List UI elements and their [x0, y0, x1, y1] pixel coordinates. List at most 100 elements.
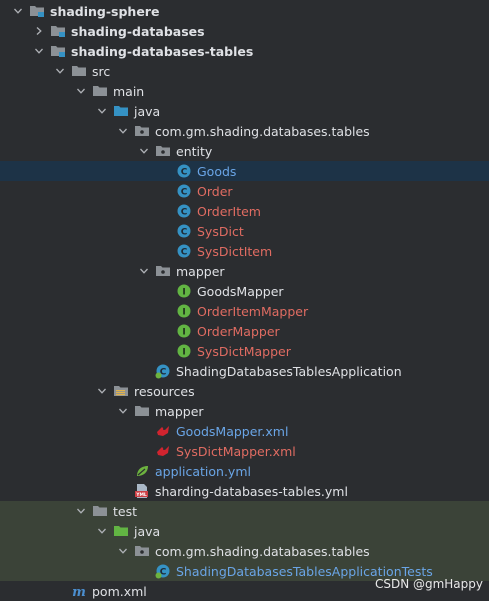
chevron-down-icon[interactable] [116, 401, 130, 421]
tree-row[interactable]: shading-databases [0, 21, 489, 41]
chevron-down-icon[interactable] [74, 501, 88, 521]
tree-item-label: SysDictMapper [197, 343, 291, 359]
svg-text:I: I [182, 287, 185, 297]
tree-row[interactable]: I OrderMapper [0, 321, 489, 341]
tree-row[interactable]: C ShadingDatabasesTablesApplication [0, 361, 489, 381]
tree-row[interactable]: C SysDictItem [0, 241, 489, 261]
package-icon [155, 263, 171, 279]
tree-row[interactable]: com.gm.shading.databases.tables [0, 541, 489, 561]
tree-row[interactable]: resources [0, 381, 489, 401]
tree-row[interactable]: SysDictMapper.xml [0, 441, 489, 461]
tree-item-label: sharding-databases-tables.yml [155, 483, 348, 499]
interface-icon: I [176, 323, 192, 339]
tree-row[interactable]: com.gm.shading.databases.tables [0, 121, 489, 141]
tree-item-label: Goods [197, 163, 237, 179]
spring-config-icon [134, 463, 150, 479]
tree-row[interactable]: C Goods [0, 161, 489, 181]
chevron-down-icon[interactable] [95, 101, 109, 121]
chevron-down-icon[interactable] [116, 121, 130, 141]
chevron-down-icon[interactable] [116, 541, 130, 561]
interface-icon: I [176, 303, 192, 319]
chevron-down-icon[interactable] [95, 521, 109, 541]
tree-item-label: SysDict [197, 223, 244, 239]
tree-row[interactable]: src [0, 61, 489, 81]
tree-row[interactable]: I GoodsMapper [0, 281, 489, 301]
chevron-down-icon[interactable] [11, 1, 25, 21]
chevron-down-icon[interactable] [32, 41, 46, 61]
tree-row[interactable]: YML sharding-databases-tables.yml [0, 481, 489, 501]
chevron-down-icon[interactable] [95, 381, 109, 401]
resources-folder-icon [113, 383, 129, 399]
tree-item-label: mapper [176, 263, 225, 279]
tree-row[interactable]: test [0, 501, 489, 521]
tree-item-label: src [92, 63, 111, 79]
svg-text:m: m [72, 585, 86, 599]
tree-item-label: application.yml [155, 463, 251, 479]
tree-item-label: main [113, 83, 145, 99]
tree-row[interactable]: I OrderItemMapper [0, 301, 489, 321]
tree-item-label: shading-databases-tables [71, 43, 254, 59]
tree-row[interactable]: C OrderItem [0, 201, 489, 221]
tree-item-label: GoodsMapper.xml [176, 423, 289, 439]
svg-text:I: I [182, 347, 185, 357]
chevron-down-icon[interactable] [137, 261, 151, 281]
watermark: CSDN @gmHappy [374, 577, 483, 591]
class-icon: C [176, 243, 192, 259]
chevron-right-icon[interactable] [32, 21, 46, 41]
tree-row[interactable]: java [0, 101, 489, 121]
module-folder-icon [50, 43, 66, 59]
module-folder-icon [50, 23, 66, 39]
package-icon [134, 543, 150, 559]
tree-item-label: shading-sphere [50, 3, 160, 19]
tree-row[interactable]: main [0, 81, 489, 101]
chevron-down-icon[interactable] [74, 81, 88, 101]
tree-row[interactable]: java [0, 521, 489, 541]
tree-row[interactable]: entity [0, 141, 489, 161]
folder-icon [92, 83, 108, 99]
mybatis-xml-icon [155, 423, 171, 439]
tree-item-label: OrderItemMapper [197, 303, 309, 319]
svg-text:I: I [182, 327, 185, 337]
chevron-down-icon[interactable] [53, 61, 67, 81]
tree-row[interactable]: mapper [0, 261, 489, 281]
svg-text:YML: YML [135, 492, 147, 498]
tree-item-label: SysDictItem [197, 243, 273, 259]
tree-row[interactable]: I SysDictMapper [0, 341, 489, 361]
package-icon [134, 123, 150, 139]
tree-row[interactable]: C SysDict [0, 221, 489, 241]
tree-item-label: mapper [155, 403, 204, 419]
tree-item-label: GoodsMapper [197, 283, 284, 299]
chevron-down-icon[interactable] [137, 141, 151, 161]
tree-row[interactable]: application.yml [0, 461, 489, 481]
tree-item-label: ShadingDatabasesTablesApplication [176, 363, 402, 379]
svg-text:C: C [181, 247, 188, 257]
tree-row[interactable]: mapper [0, 401, 489, 421]
svg-text:C: C [181, 207, 188, 217]
tree-item-label: SysDictMapper.xml [176, 443, 296, 459]
tree-row[interactable]: C Order [0, 181, 489, 201]
package-icon [155, 143, 171, 159]
class-icon: C [176, 183, 192, 199]
test-root-folder-icon [113, 523, 129, 539]
svg-text:C: C [181, 187, 188, 197]
yaml-file-icon: YML [134, 483, 150, 499]
tree-row[interactable]: GoodsMapper.xml [0, 421, 489, 441]
tree-row[interactable]: shading-databases-tables [0, 41, 489, 61]
mybatis-xml-icon [155, 443, 171, 459]
module-folder-icon [29, 3, 45, 19]
tree-row[interactable]: shading-sphere [0, 1, 489, 21]
tree-item-label: pom.xml [92, 583, 147, 599]
